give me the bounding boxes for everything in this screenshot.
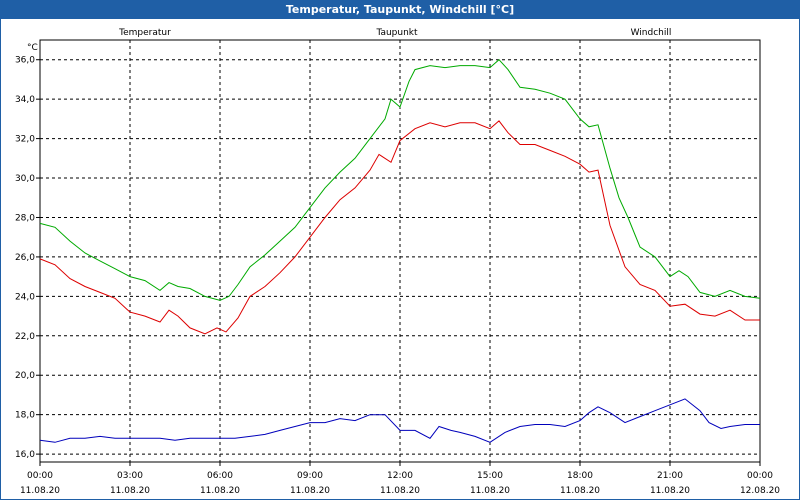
y-tick-label: 36,0 [15,56,35,66]
y-axis-unit-label: °C [27,43,38,53]
y-tick-label: 26,0 [15,253,35,263]
x-tick-time: 15:00 [477,471,503,481]
y-tick-label: 16,0 [15,450,35,460]
x-tick-time: 12:00 [387,471,413,481]
y-tick-label: 22,0 [15,332,35,342]
x-tick-date: 11.08.20 [200,486,240,496]
chart-window: Temperatur, Taupunkt, Windchill [°C] 16,… [0,0,800,500]
x-axis-ticks: 00:00 11.08.20 03:00 11.08.20 06:00 11.08.20 0… [20,462,780,496]
legend-taupunkt: Taupunkt [375,28,418,38]
x-tick-date: 11.08.20 [650,486,690,496]
x-tick-date: 11.08.20 [470,486,510,496]
chart-grid [40,40,760,462]
x-tick-time: 03:00 [117,471,143,481]
x-tick-time: 21:00 [657,471,683,481]
y-tick-label: 18,0 [15,411,35,421]
x-tick-date: 12.08.20 [740,486,780,496]
y-tick-label: 20,0 [15,371,35,381]
line-chart: 16,0 18,0 20,0 22,0 24,0 26,0 28,0 30,0 32,0 34,0… [15,28,780,496]
legend-temperatur: Temperatur [118,28,171,38]
x-tick-time: 18:00 [567,471,593,481]
y-tick-label: 32,0 [15,135,35,145]
y-tick-label: 30,0 [15,174,35,184]
x-tick-time: 06:00 [207,471,233,481]
x-tick-date: 11.08.20 [290,486,330,496]
x-tick-time: 09:00 [297,471,323,481]
x-tick-time: 00:00 [27,471,53,481]
legend-windchill: Windchill [631,28,672,38]
x-tick-date: 11.08.20 [380,486,420,496]
x-tick-date: 11.08.20 [20,486,60,496]
x-tick-time: 00:00 [747,471,773,481]
y-tick-label: 34,0 [15,95,35,105]
y-tick-label: 28,0 [15,213,35,223]
x-tick-date: 11.08.20 [560,486,600,496]
y-tick-label: 24,0 [15,292,35,302]
y-axis-ticks: 16,0 18,0 20,0 22,0 24,0 26,0 28,0 30,0 32,0 34,0… [15,56,40,460]
x-tick-date: 11.08.20 [110,486,150,496]
